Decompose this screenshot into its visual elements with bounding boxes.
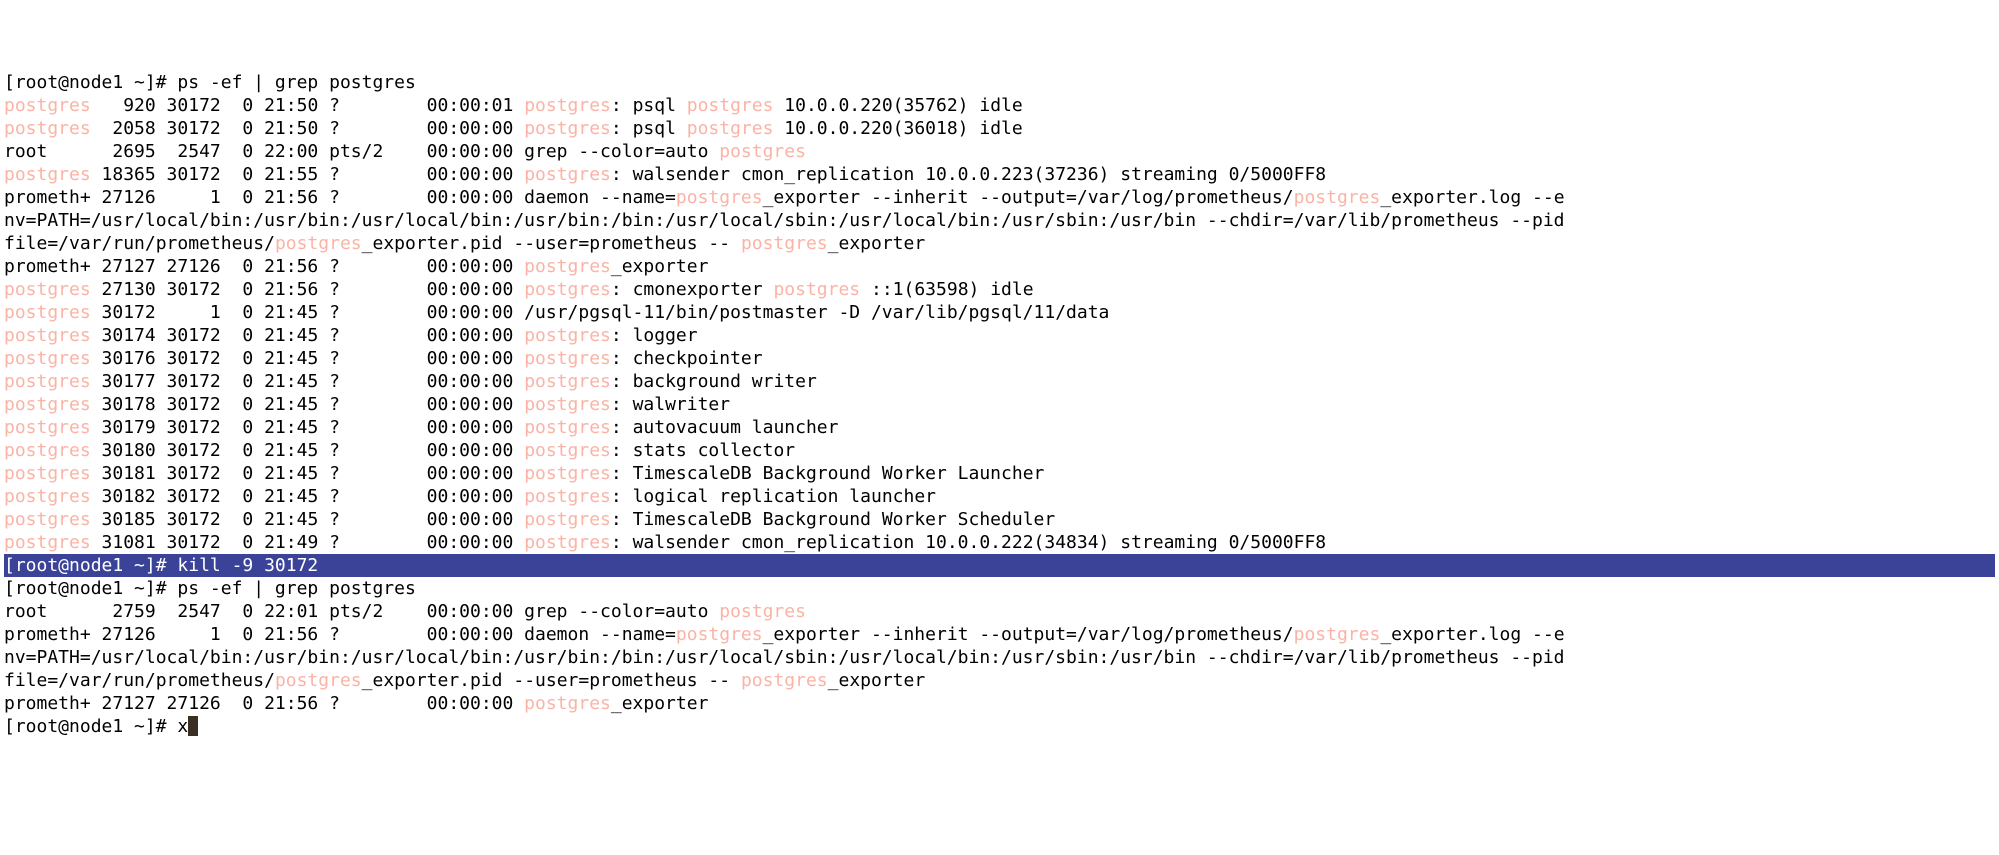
cursor xyxy=(188,716,198,736)
current-prompt[interactable]: [root@node1 ~]# x xyxy=(4,716,198,737)
prompt-line: [root@node1 ~]# ps -ef | grep postgres xyxy=(4,72,416,93)
terminal-output[interactable]: [root@node1 ~]# ps -ef | grep postgres p… xyxy=(4,71,1995,738)
highlighted-command: [root@node1 ~]# kill -9 30172 xyxy=(4,554,1995,577)
